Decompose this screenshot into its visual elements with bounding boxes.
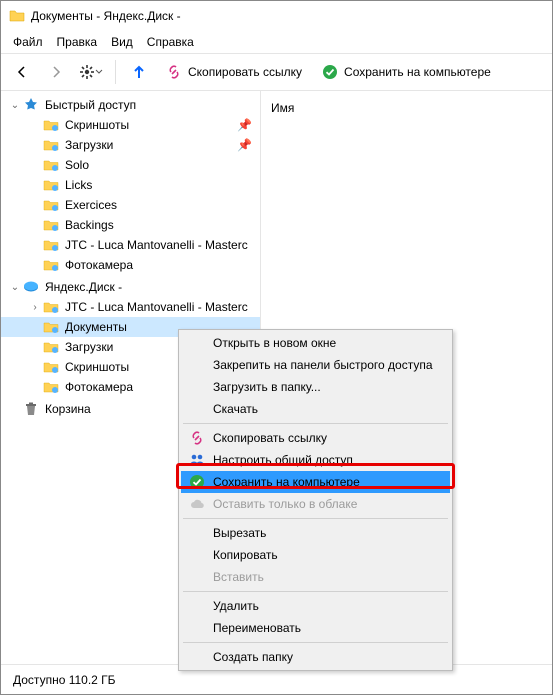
folder-icon bbox=[43, 117, 59, 133]
cloud-icon bbox=[189, 496, 205, 512]
tree-label: Корзина bbox=[45, 402, 91, 416]
folder-icon bbox=[43, 319, 59, 335]
pin-icon: 📌 bbox=[237, 138, 252, 152]
tree-label: Скриншоты bbox=[65, 360, 129, 374]
menu-file[interactable]: Файл bbox=[7, 33, 49, 51]
ctx-open-new-window[interactable]: Открыть в новом окне bbox=[181, 332, 450, 354]
tree-item[interactable]: Licks bbox=[1, 175, 260, 195]
ctx-separator bbox=[183, 642, 448, 643]
upload-button[interactable] bbox=[124, 57, 154, 87]
folder-icon bbox=[43, 197, 59, 213]
chevron-down-icon[interactable]: ⌄ bbox=[9, 100, 21, 111]
chevron-right-icon[interactable]: › bbox=[29, 302, 41, 313]
ctx-paste: Вставить bbox=[181, 566, 450, 588]
tree-item[interactable]: Фотокамера bbox=[1, 255, 260, 275]
folder-icon bbox=[43, 359, 59, 375]
toolbar-separator bbox=[115, 60, 116, 84]
tree-label: Яндекс.Диск - bbox=[45, 280, 122, 294]
ctx-separator bbox=[183, 591, 448, 592]
tree-item[interactable]: › JTC - Luca Mantovanelli - Masterc bbox=[1, 297, 260, 317]
folder-icon bbox=[43, 177, 59, 193]
folder-icon bbox=[43, 339, 59, 355]
status-available: Доступно 110.2 ГБ bbox=[13, 673, 116, 687]
ctx-upload-to-folder[interactable]: Загрузить в папку... bbox=[181, 376, 450, 398]
tree-label: JTC - Luca Mantovanelli - Masterc bbox=[65, 300, 248, 314]
menu-view[interactable]: Вид bbox=[105, 33, 139, 51]
toolbar: Скопировать ссылку Сохранить на компьюте… bbox=[1, 53, 552, 91]
tree-label: Документы bbox=[65, 320, 127, 334]
settings-button[interactable] bbox=[75, 57, 107, 87]
tree-label: Загрузки bbox=[65, 340, 113, 354]
back-button[interactable] bbox=[7, 57, 37, 87]
ctx-keep-cloud-only: Оставить только в облаке bbox=[181, 493, 450, 515]
disk-icon bbox=[23, 279, 39, 295]
forward-button[interactable] bbox=[41, 57, 71, 87]
ctx-copy-link[interactable]: Скопировать ссылку bbox=[181, 427, 450, 449]
tree-label: JTC - Luca Mantovanelli - Masterc bbox=[65, 238, 248, 252]
folder-icon bbox=[43, 157, 59, 173]
tree-item[interactable]: Backings bbox=[1, 215, 260, 235]
menu-help[interactable]: Справка bbox=[141, 33, 200, 51]
chevron-down-icon[interactable]: ⌄ bbox=[9, 282, 21, 293]
ctx-save-local[interactable]: Сохранить на компьютере bbox=[181, 471, 450, 493]
tree-label: Solo bbox=[65, 158, 89, 172]
ctx-download[interactable]: Скачать bbox=[181, 398, 450, 420]
save-local-label: Сохранить на компьютере bbox=[344, 65, 491, 79]
tree-label: Быстрый доступ bbox=[45, 98, 136, 112]
folder-icon bbox=[43, 257, 59, 273]
link-icon bbox=[166, 64, 182, 80]
tree-label: Фотокамера bbox=[65, 380, 133, 394]
ctx-configure-sharing[interactable]: Настроить общий доступ bbox=[181, 449, 450, 471]
ctx-cut[interactable]: Вырезать bbox=[181, 522, 450, 544]
titlebar: Документы - Яндекс.Диск - bbox=[1, 1, 552, 31]
tree-item[interactable]: Скриншоты 📌 bbox=[1, 115, 260, 135]
ctx-rename[interactable]: Переименовать bbox=[181, 617, 450, 639]
ctx-pin-quick-access[interactable]: Закрепить на панели быстрого доступа bbox=[181, 354, 450, 376]
tree-item[interactable]: Загрузки 📌 bbox=[1, 135, 260, 155]
ctx-separator bbox=[183, 423, 448, 424]
tree-quick-access[interactable]: ⌄ Быстрый доступ bbox=[1, 95, 260, 115]
copy-link-label: Скопировать ссылку bbox=[188, 65, 302, 79]
check-circle-icon bbox=[189, 474, 205, 490]
check-circle-icon bbox=[322, 64, 338, 80]
column-header-name[interactable]: Имя bbox=[271, 97, 542, 119]
tree-label: Licks bbox=[65, 178, 92, 192]
folder-icon bbox=[43, 379, 59, 395]
tree-item[interactable]: Exercices bbox=[1, 195, 260, 215]
star-icon bbox=[23, 97, 39, 113]
tree-label: Фотокамера bbox=[65, 258, 133, 272]
tree-label: Exercices bbox=[65, 198, 117, 212]
folder-icon bbox=[43, 137, 59, 153]
ctx-delete[interactable]: Удалить bbox=[181, 595, 450, 617]
folder-icon bbox=[9, 8, 25, 24]
window-title: Документы - Яндекс.Диск - bbox=[31, 9, 181, 23]
tree-label: Backings bbox=[65, 218, 114, 232]
ctx-copy[interactable]: Копировать bbox=[181, 544, 450, 566]
tree-label: Скриншоты bbox=[65, 118, 129, 132]
copy-link-button[interactable]: Скопировать ссылку bbox=[158, 57, 310, 87]
link-icon bbox=[189, 430, 205, 446]
tree-yandex-disk[interactable]: ⌄ Яндекс.Диск - bbox=[1, 277, 260, 297]
people-icon bbox=[189, 452, 205, 468]
tree-item[interactable]: Solo bbox=[1, 155, 260, 175]
context-menu: Открыть в новом окне Закрепить на панели… bbox=[178, 329, 453, 671]
menubar: Файл Правка Вид Справка bbox=[1, 31, 552, 53]
ctx-create-folder[interactable]: Создать папку bbox=[181, 646, 450, 668]
folder-icon bbox=[43, 299, 59, 315]
trash-icon bbox=[23, 401, 39, 417]
folder-icon bbox=[43, 237, 59, 253]
tree-label: Загрузки bbox=[65, 138, 113, 152]
ctx-separator bbox=[183, 518, 448, 519]
folder-icon bbox=[43, 217, 59, 233]
save-local-button[interactable]: Сохранить на компьютере bbox=[314, 57, 499, 87]
tree-item[interactable]: JTC - Luca Mantovanelli - Masterc bbox=[1, 235, 260, 255]
pin-icon: 📌 bbox=[237, 118, 252, 132]
menu-edit[interactable]: Правка bbox=[51, 33, 104, 51]
